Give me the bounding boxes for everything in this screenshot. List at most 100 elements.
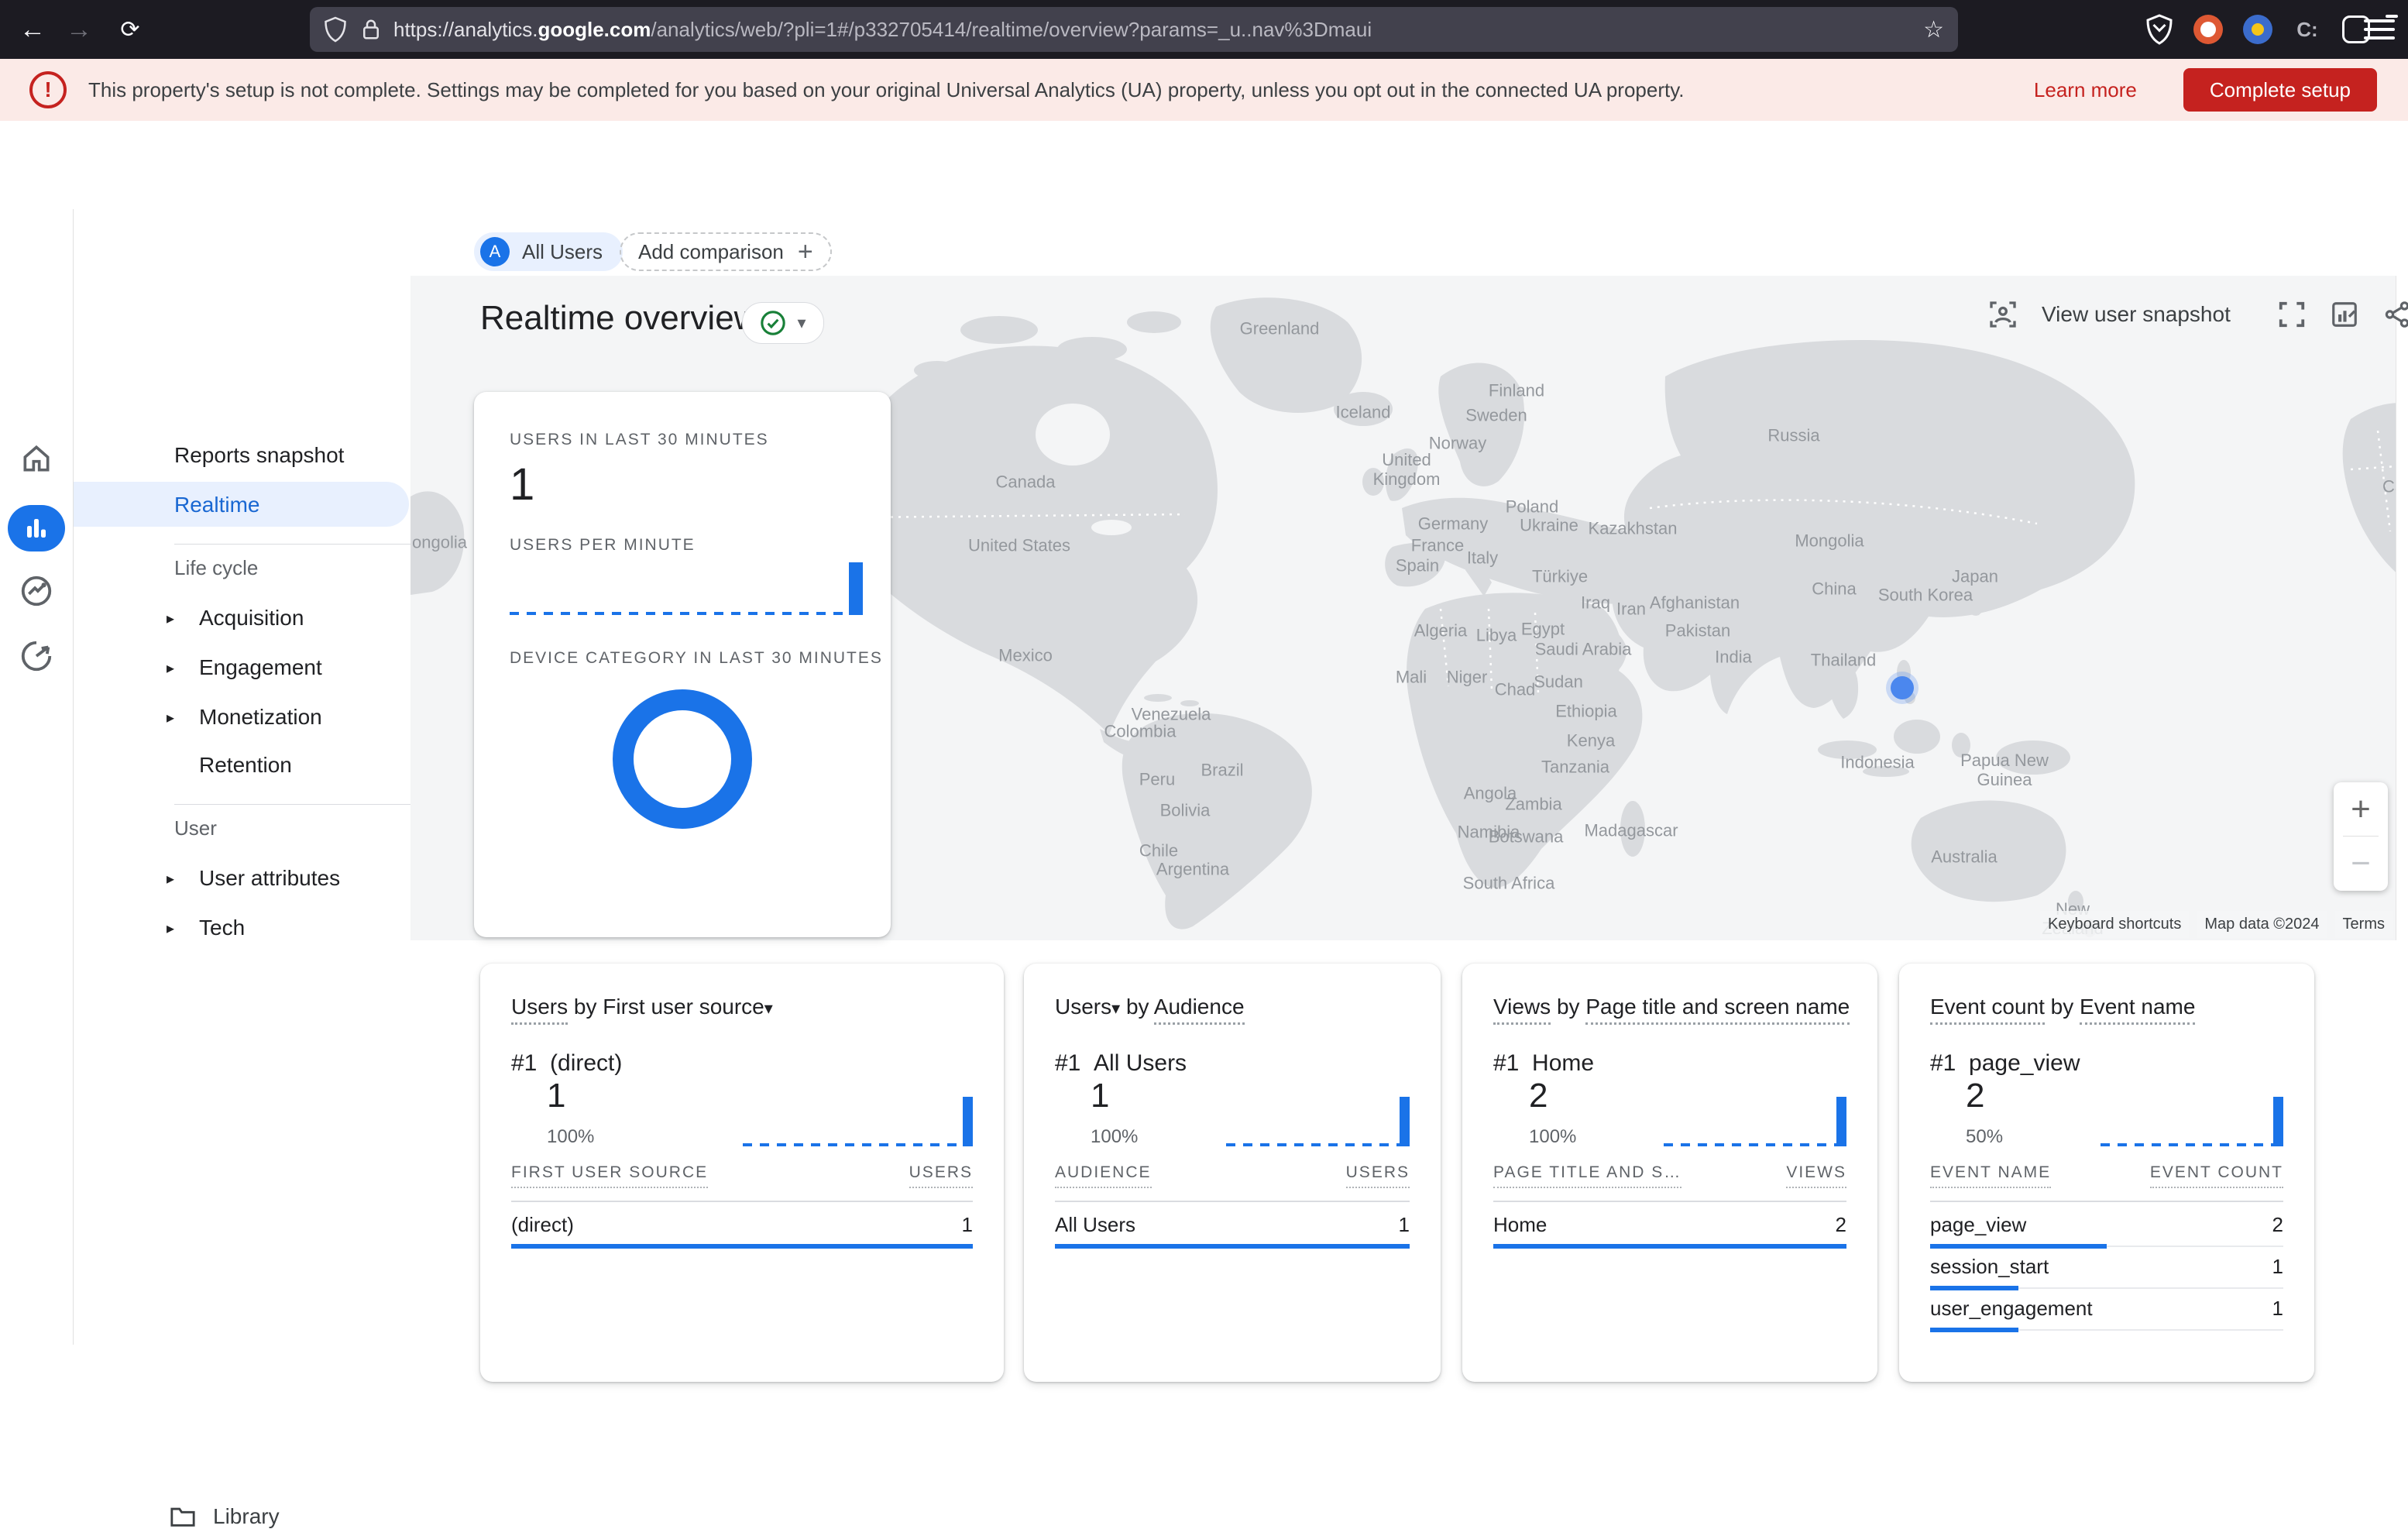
sidebar-item-tech[interactable]: Tech: [199, 916, 245, 940]
sidebar-item-realtime[interactable]: Realtime: [174, 493, 259, 517]
duckduckgo-extension-icon[interactable]: [2193, 15, 2223, 44]
comparison-bar: A All Users Add comparison+: [410, 209, 2408, 276]
card-title[interactable]: Event count by Event name: [1930, 995, 2195, 1019]
keyboard-shortcuts-link[interactable]: Keyboard shortcuts: [2040, 911, 2189, 938]
fullscreen-icon[interactable]: [2277, 300, 2307, 329]
advertising-icon[interactable]: [0, 638, 73, 674]
row-bar: [1930, 1244, 2283, 1249]
map-country-label: Argentina: [1156, 860, 1229, 879]
sidebar-item-library[interactable]: Library: [170, 1504, 280, 1529]
map-country-label: Mexico: [998, 646, 1053, 665]
map-country-label: Australia: [1931, 847, 1998, 867]
browser-back-button[interactable]: ←: [11, 0, 54, 59]
map-country-label: Finland: [1489, 381, 1544, 400]
browser-forward-button[interactable]: →: [57, 0, 101, 59]
icon-rail: [0, 209, 73, 1345]
expand-icon[interactable]: ▸: [167, 869, 174, 888]
users-30min-value: 1: [510, 459, 534, 510]
user-snapshot-icon[interactable]: [1987, 299, 2018, 330]
expand-icon[interactable]: ▸: [167, 609, 174, 628]
add-comparison-button[interactable]: Add comparison+: [620, 232, 832, 271]
spark-baseline: [510, 612, 849, 615]
users-30min-label: USERS IN LAST 30 MINUTES: [510, 431, 769, 449]
column-header[interactable]: FIRST USER SOURCE: [511, 1163, 708, 1188]
map-country-label: France: [1411, 536, 1464, 555]
section-life-cycle[interactable]: Life cycle: [174, 556, 258, 580]
browser-menu-icon[interactable]: [2364, 14, 2395, 45]
zoom-in-button[interactable]: +: [2334, 782, 2388, 837]
sidebar-item-user-attributes[interactable]: User attributes: [199, 866, 340, 891]
map-country-label: Brazil: [1201, 761, 1243, 780]
column-header[interactable]: USERS: [909, 1163, 973, 1188]
realtime-summary-card: USERS IN LAST 30 MINUTES 1 USERS PER MIN…: [474, 392, 891, 937]
table-row: user_engagement1: [1930, 1297, 2283, 1321]
map-country-label: Afghanistan: [1650, 593, 1740, 613]
map-country-label: Pakistan: [1665, 621, 1730, 641]
scrollbar-track[interactable]: [2396, 276, 2408, 940]
column-header[interactable]: EVENT NAME: [1930, 1163, 2051, 1188]
map-country-label: Egypt: [1521, 620, 1565, 639]
expand-icon[interactable]: ▸: [167, 658, 174, 678]
top-value: 2: [1966, 1077, 1984, 1115]
sidebar-item-monetization[interactable]: Monetization: [199, 705, 322, 730]
map-country-label: Kenya: [1567, 731, 1615, 751]
extension-icon[interactable]: [2243, 15, 2272, 44]
row-bar: [1493, 1244, 1846, 1249]
home-icon[interactable]: [0, 442, 73, 476]
map-country-label: Greenland: [1240, 319, 1320, 338]
expand-icon[interactable]: ▸: [167, 919, 174, 938]
section-user[interactable]: User: [174, 816, 217, 840]
reports-nav-icon[interactable]: [8, 505, 65, 551]
sidebar-item-acquisition[interactable]: Acquisition: [199, 606, 304, 630]
share-icon[interactable]: [2382, 300, 2408, 329]
mini-spark-chart: [2101, 1072, 2283, 1146]
sidebar-item-engagement[interactable]: Engagement: [199, 655, 322, 680]
map-country-label: ongolia: [412, 533, 467, 552]
column-header[interactable]: PAGE TITLE AND S…: [1493, 1163, 1681, 1188]
view-user-snapshot-label[interactable]: View user snapshot: [2042, 302, 2231, 327]
row-bar: [511, 1244, 973, 1249]
all-users-chip[interactable]: A All Users: [474, 232, 623, 271]
explore-icon[interactable]: [0, 573, 73, 609]
edit-chart-icon[interactable]: [2330, 300, 2359, 329]
map-zoom-control: + −: [2334, 782, 2388, 891]
column-header[interactable]: EVENT COUNT: [2150, 1163, 2283, 1188]
report-toolbar: View user snapshot: [1987, 299, 2408, 330]
map-country-label: Algeria: [1414, 621, 1467, 641]
expand-icon[interactable]: ▸: [167, 708, 174, 727]
terms-link[interactable]: Terms: [2335, 911, 2393, 938]
extension-icon[interactable]: C:: [2293, 15, 2322, 44]
top-percent: 100%: [1529, 1126, 1576, 1148]
sidebar-item-retention[interactable]: Retention: [199, 753, 292, 778]
map-country-label: Italy: [1467, 548, 1498, 568]
sidebar-item-reports-snapshot[interactable]: Reports snapshot: [174, 443, 344, 468]
url-text: https://analytics.google.com/analytics/w…: [393, 18, 1372, 42]
complete-setup-button[interactable]: Complete setup: [2183, 68, 2377, 112]
map-country-label: United States: [968, 536, 1070, 555]
browser-reload-button[interactable]: ⟳: [108, 0, 152, 59]
learn-more-link[interactable]: Learn more: [2034, 78, 2137, 102]
device-donut-chart: [613, 689, 752, 829]
table-row: page_view2: [1930, 1213, 2283, 1237]
card-title[interactable]: Views by Page title and screen name: [1493, 995, 1850, 1019]
card-title[interactable]: Users by First user source▾: [511, 995, 773, 1019]
column-header[interactable]: AUDIENCE: [1055, 1163, 1152, 1188]
map-country-label: Sudan: [1534, 672, 1583, 692]
column-header[interactable]: USERS: [1346, 1163, 1410, 1188]
divider: [511, 1201, 973, 1202]
spark-bar: [849, 562, 863, 615]
map-country-label: South Africa: [1463, 874, 1555, 893]
card-title[interactable]: Users▾ by Audience: [1055, 995, 1245, 1019]
map-country-label: Iraq: [1581, 593, 1610, 613]
zoom-out-button[interactable]: −: [2334, 837, 2388, 891]
map-country-label: Madagascar: [1584, 821, 1678, 840]
pocket-extension-icon[interactable]: [2145, 14, 2173, 45]
card-users-by-audience: Users▾ by Audience #1 All Users 1 100% A…: [1024, 964, 1441, 1382]
map-country-label: Mali: [1396, 668, 1427, 687]
map-country-label: Ukraine: [1520, 516, 1578, 535]
bookmark-star-icon[interactable]: ☆: [1923, 16, 1944, 43]
column-header[interactable]: VIEWS: [1786, 1163, 1846, 1188]
url-bar[interactable]: https://analytics.google.com/analytics/w…: [310, 7, 1958, 52]
report-status-badge[interactable]: ▾: [742, 302, 824, 344]
tracking-shield-icon[interactable]: [324, 16, 347, 43]
